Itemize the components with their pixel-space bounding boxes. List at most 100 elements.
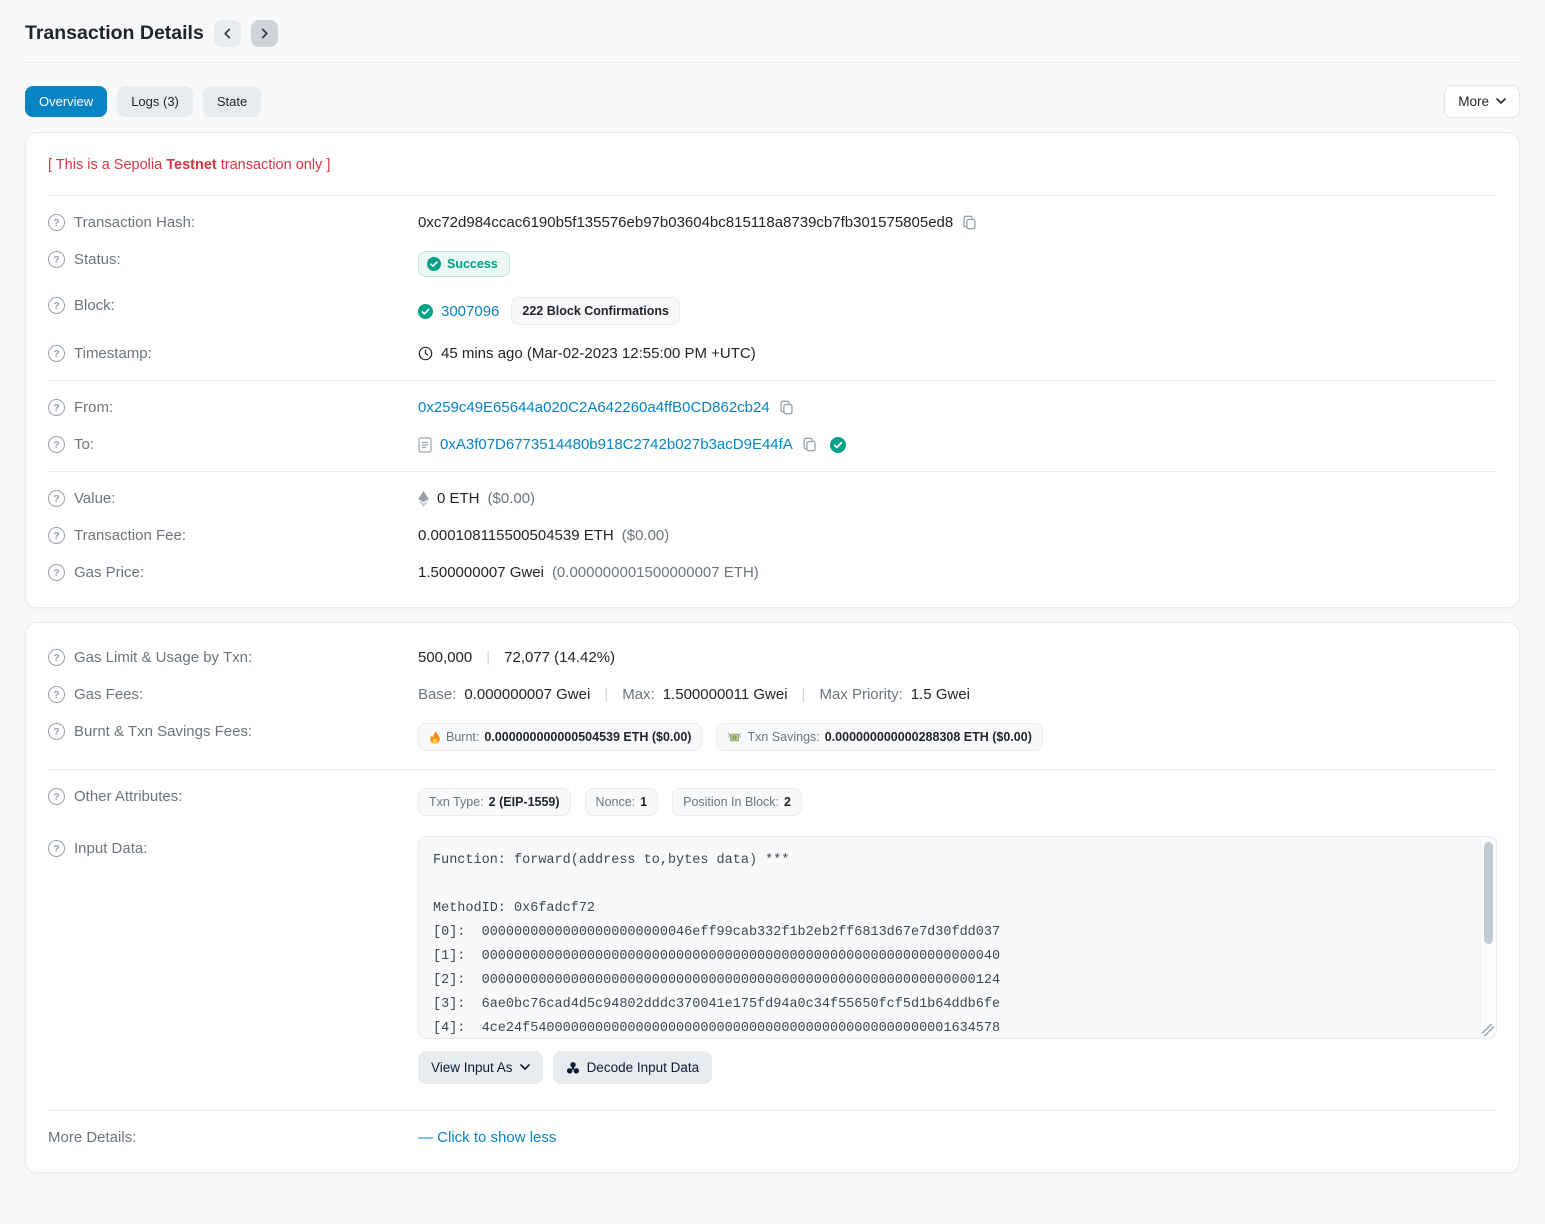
- txn-type-value: 2 (EIP-1559): [489, 795, 560, 809]
- input-data-label-group: ? Input Data:: [48, 836, 418, 857]
- page-header: Transaction Details: [25, 0, 1520, 47]
- previous-transaction-button[interactable]: [214, 20, 241, 47]
- block-label: Block:: [74, 297, 115, 314]
- gas-price-value-group: 1.500000007 Gwei (0.000000001500000007 E…: [418, 564, 1497, 581]
- help-icon: ?: [48, 436, 65, 453]
- position-in-block-badge: Position In Block: 2: [672, 788, 802, 816]
- next-transaction-button[interactable]: [251, 20, 278, 47]
- nonce-label: Nonce:: [596, 795, 636, 809]
- help-icon: ?: [48, 297, 65, 314]
- input-data-line: [2]: 00000000000000000000000000000000000…: [433, 969, 1462, 993]
- gas-price-amount: 1.500000007 Gwei: [418, 564, 544, 581]
- transaction-fee-label-group: ? Transaction Fee:: [48, 527, 418, 544]
- input-data-line: [0]: 00000000000000000000000046eff99cab3…: [433, 921, 1462, 945]
- row-gas-price: ? Gas Price: 1.500000007 Gwei (0.0000000…: [48, 554, 1497, 591]
- transaction-gas-card: ? Gas Limit & Usage by Txn: 500,000 | 72…: [25, 622, 1520, 1173]
- to-label: To:: [74, 436, 94, 453]
- position-in-block-value: 2: [784, 795, 791, 809]
- copy-from-address-button[interactable]: [778, 399, 795, 416]
- input-data-line: MethodID: 0x6fadcf72: [433, 897, 1462, 921]
- more-details-label-group: More Details:: [48, 1129, 418, 1146]
- gas-price-eth: (0.000000001500000007 ETH): [552, 564, 759, 581]
- transaction-details-page: Transaction Details Overview Logs (3) St…: [0, 0, 1545, 1193]
- help-icon: ?: [48, 214, 65, 231]
- row-timestamp: ? Timestamp: 45 mins ago (Mar-02-2023 12…: [48, 335, 1497, 372]
- help-icon: ?: [48, 649, 65, 666]
- help-icon: ?: [48, 788, 65, 805]
- status-value-group: Success: [418, 251, 1497, 277]
- input-data-line: [1]: 00000000000000000000000000000000000…: [433, 945, 1462, 969]
- clock-icon: [418, 346, 433, 361]
- show-less-link[interactable]: — Click to show less: [418, 1129, 556, 1146]
- testnet-warning-close: transaction only ]: [217, 157, 331, 173]
- textarea-resize-handle[interactable]: [1482, 1024, 1494, 1036]
- txn-type-label: Txn Type:: [429, 795, 484, 809]
- copy-transaction-hash-button[interactable]: [961, 214, 978, 231]
- input-data-line: [4]: 4ce24f54000000000000000000000000000…: [433, 1017, 1462, 1039]
- input-data-line: Function: forward(address to,bytes data)…: [433, 849, 1462, 873]
- tab-overview[interactable]: Overview: [25, 86, 107, 117]
- copy-icon: [962, 215, 977, 230]
- transaction-fee-value-group: 0.000108115500504539 ETH ($0.00): [418, 527, 1497, 544]
- help-icon: ?: [48, 723, 65, 740]
- block-number-link[interactable]: 3007096: [441, 303, 499, 320]
- tab-state[interactable]: State: [203, 86, 261, 117]
- divider: [48, 471, 1497, 472]
- more-dropdown-button[interactable]: More: [1444, 85, 1520, 118]
- view-input-as-button[interactable]: View Input As: [418, 1051, 543, 1084]
- burnt-fee-badge: Burnt: 0.000000000000504539 ETH ($0.00): [418, 723, 702, 751]
- transaction-fee-amount: 0.000108115500504539 ETH: [418, 527, 614, 544]
- row-value: ? Value: 0 ETH ($0.00): [48, 480, 1497, 517]
- ethereum-icon: [418, 491, 429, 507]
- timestamp-value-group: 45 mins ago (Mar-02-2023 12:55:00 PM +UT…: [418, 345, 1497, 362]
- more-dropdown-label: More: [1458, 94, 1489, 109]
- row-status: ? Status: Success: [48, 241, 1497, 287]
- copy-icon: [802, 437, 817, 452]
- block-label-group: ? Block:: [48, 297, 418, 314]
- input-data-value-group: Function: forward(address to,bytes data)…: [418, 836, 1497, 1084]
- block-confirmations-label: 222 Block Confirmations: [522, 304, 669, 318]
- help-icon: ?: [48, 527, 65, 544]
- more-details-label: More Details:: [48, 1129, 136, 1146]
- row-gas-fees: ? Gas Fees: Base: 0.000000007 Gwei | Max…: [48, 676, 1497, 713]
- txn-savings-value: 0.000000000000288308 ETH ($0.00): [825, 730, 1032, 744]
- more-details-value-group: — Click to show less: [418, 1129, 1497, 1146]
- other-attributes-label-group: ? Other Attributes:: [48, 788, 418, 805]
- contract-document-icon: [418, 437, 432, 453]
- other-attributes-value-group: Txn Type: 2 (EIP-1559) Nonce: 1 Position…: [418, 788, 1497, 816]
- block-confirmations-badge: 222 Block Confirmations: [511, 297, 680, 325]
- copy-icon: [779, 400, 794, 415]
- nonce-badge: Nonce: 1: [585, 788, 659, 816]
- from-label-group: ? From:: [48, 399, 418, 416]
- decode-input-data-label: Decode Input Data: [587, 1060, 700, 1075]
- value-usd: ($0.00): [488, 490, 536, 507]
- from-address-link[interactable]: 0x259c49E65644a020C2A642260a4ffB0CD862cb…: [418, 399, 770, 416]
- burnt-fee-label: Burnt:: [446, 730, 479, 744]
- input-data-scrollbar-thumb[interactable]: [1484, 842, 1493, 944]
- tab-logs[interactable]: Logs (3): [117, 86, 193, 117]
- decode-input-data-button[interactable]: Decode Input Data: [553, 1051, 713, 1084]
- help-icon: ?: [48, 251, 65, 268]
- row-from: ? From: 0x259c49E65644a020C2A642260a4ffB…: [48, 389, 1497, 426]
- page-title: Transaction Details: [25, 22, 204, 45]
- timestamp-value: 45 mins ago (Mar-02-2023 12:55:00 PM +UT…: [441, 345, 756, 362]
- to-address-link[interactable]: 0xA3f07D6773514480b918C2742b027b3acD9E44…: [440, 436, 793, 453]
- check-circle-icon: [418, 304, 433, 319]
- nonce-value: 1: [640, 795, 647, 809]
- decode-blocks-icon: [566, 1061, 580, 1075]
- testnet-warning-highlight: Testnet: [166, 157, 217, 173]
- input-data-scrollbar[interactable]: [1480, 838, 1495, 1037]
- timestamp-label: Timestamp:: [74, 345, 152, 362]
- other-attributes-label: Other Attributes:: [74, 788, 182, 805]
- from-label: From:: [74, 399, 113, 416]
- help-icon: ?: [48, 345, 65, 362]
- copy-to-address-button[interactable]: [801, 436, 818, 453]
- testnet-warning-open: [ This is a Sepolia: [48, 157, 166, 173]
- transaction-hash-value-group: 0xc72d984ccac6190b5f135576eb97b03604bc81…: [418, 214, 1497, 231]
- help-icon: ?: [48, 564, 65, 581]
- gas-fees-max-label: Max:: [622, 686, 655, 703]
- gas-limit-label: Gas Limit & Usage by Txn:: [74, 649, 252, 666]
- gas-fees-value-group: Base: 0.000000007 Gwei | Max: 1.50000001…: [418, 686, 1497, 703]
- input-data-textarea[interactable]: Function: forward(address to,bytes data)…: [418, 836, 1497, 1039]
- gas-limit-label-group: ? Gas Limit & Usage by Txn:: [48, 649, 418, 666]
